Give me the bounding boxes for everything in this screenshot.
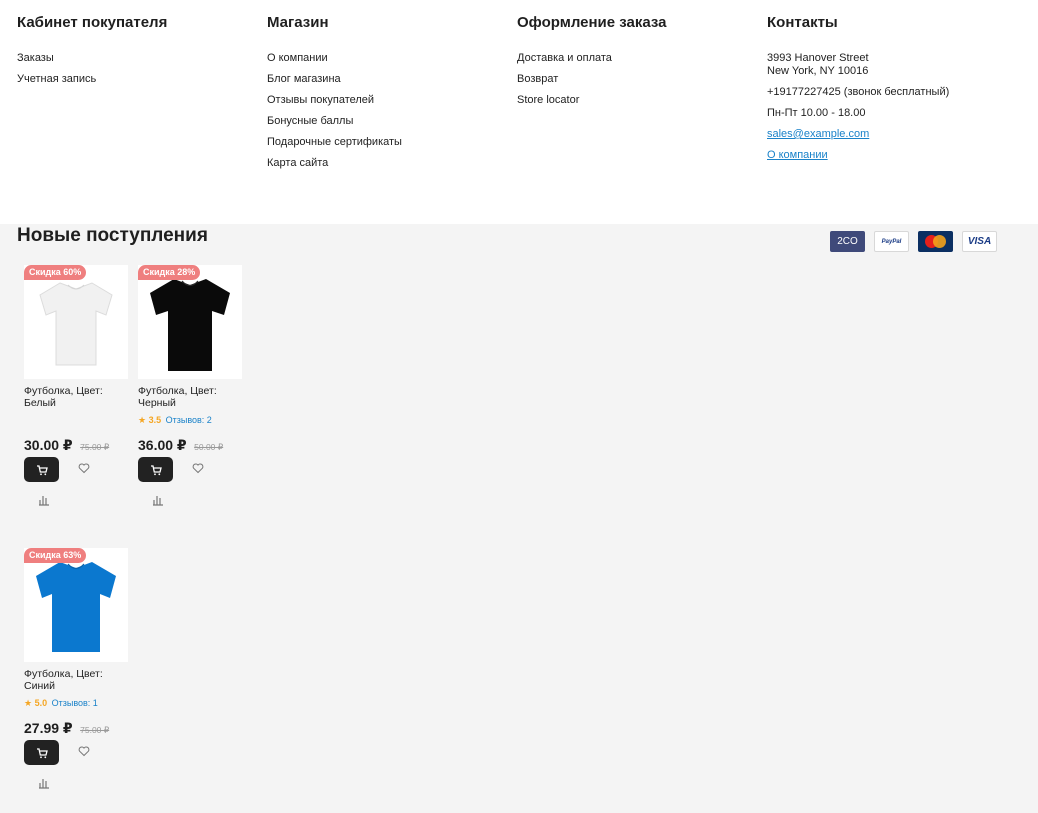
- old-price: 75.00 ₽: [80, 725, 110, 735]
- column-title: Оформление заказа: [517, 14, 667, 31]
- product-price: 27.99 ₽ 75.00 ₽: [24, 720, 128, 736]
- add-to-cart-button[interactable]: [24, 457, 59, 482]
- product-image[interactable]: Скидка 60%: [24, 265, 128, 379]
- address-line: 3993 Hanover Street: [767, 52, 869, 64]
- reviews-link[interactable]: Отзывов: 2: [166, 415, 212, 425]
- current-price: 27.99 ₽: [24, 720, 73, 736]
- footer-link-account[interactable]: Учетная запись: [17, 73, 96, 85]
- footer-column-contacts: Контакты 3993 Hanover Street New York, N…: [767, 13, 949, 170]
- footer-link-gift-cards[interactable]: Подарочные сертификаты: [267, 136, 402, 148]
- footer-link-reviews[interactable]: Отзывы покупателей: [267, 94, 374, 106]
- footer-link-bonus[interactable]: Бонусные баллы: [267, 115, 353, 127]
- cart-icon: [150, 464, 162, 475]
- footer-column-account: Кабинет покупателя Заказы Учетная запись: [17, 13, 167, 94]
- contact-email-link[interactable]: sales@example.com: [767, 128, 869, 140]
- mastercard-icon: [918, 231, 953, 252]
- cart-icon: [36, 464, 48, 475]
- product-name[interactable]: Футболка, Цвет: Белый: [24, 385, 128, 411]
- footer-link-sitemap[interactable]: Карта сайта: [267, 157, 328, 169]
- reviews-link[interactable]: Отзывов: 1: [52, 698, 98, 708]
- footer-links: Кабинет покупателя Заказы Учетная запись…: [0, 0, 1038, 224]
- product-rating: ★ 3.5 Отзывов: 2: [138, 414, 242, 426]
- tshirt-icon: [39, 282, 113, 366]
- footer-link-store-locator[interactable]: Store locator: [517, 94, 579, 106]
- footer-link-blog[interactable]: Блог магазина: [267, 73, 341, 85]
- discount-badge: Скидка 63%: [24, 548, 87, 563]
- contact-about-link[interactable]: О компании: [767, 149, 828, 161]
- product-name[interactable]: Футболка, Цвет: Черный: [138, 385, 242, 411]
- 2co-icon: 2CO: [830, 231, 865, 252]
- footer-column-store: Магазин О компании Блог магазина Отзывы …: [267, 13, 402, 178]
- wishlist-heart-icon[interactable]: [78, 745, 90, 757]
- discount-badge: Скидка 28%: [138, 265, 201, 280]
- contact-hours: Пн-Пт 10.00 - 18.00: [767, 107, 866, 119]
- add-to-cart-button[interactable]: [138, 457, 173, 482]
- section-title: Новые поступления: [17, 225, 208, 246]
- contact-address: 3993 Hanover Street New York, NY 10016: [767, 52, 949, 78]
- old-price: 75.00 ₽: [80, 442, 110, 452]
- footer-link-about[interactable]: О компании: [267, 52, 328, 64]
- paypal-icon: PayPal: [874, 231, 909, 252]
- tshirt-icon: [36, 562, 116, 652]
- footer-column-checkout: Оформление заказа Доставка и оплата Возв…: [517, 13, 667, 115]
- wishlist-heart-icon[interactable]: [78, 462, 90, 474]
- visa-icon: VISA: [962, 231, 997, 252]
- rating-placeholder: [24, 414, 128, 426]
- column-title: Кабинет покупателя: [17, 14, 168, 31]
- product-rating: ★ 5.0 Отзывов: 1: [24, 697, 128, 709]
- tshirt-icon: [150, 279, 230, 371]
- product-card: Скидка 63% Футболка, Цвет: Синий ★ 5.0 О…: [24, 548, 128, 794]
- footer-link-returns[interactable]: Возврат: [517, 73, 558, 85]
- current-price: 30.00 ₽: [24, 437, 73, 453]
- address-line: New York, NY 10016: [767, 65, 869, 77]
- rating-score: 5.0: [34, 698, 48, 708]
- old-price: 50.00 ₽: [194, 442, 224, 452]
- contact-phone: +19177227425 (звонок бесплатный): [767, 86, 950, 98]
- footer-link-orders[interactable]: Заказы: [17, 52, 54, 64]
- product-card: Скидка 60% Футболка, Цвет: Белый 30.00 ₽…: [24, 265, 128, 511]
- compare-icon[interactable]: [152, 494, 164, 506]
- wishlist-heart-icon[interactable]: [192, 462, 204, 474]
- column-title: Контакты: [767, 14, 838, 31]
- product-image[interactable]: Скидка 28%: [138, 265, 242, 379]
- current-price: 36.00 ₽: [138, 437, 187, 453]
- product-card: Скидка 28% Футболка, Цвет: Черный ★ 3.5 …: [138, 265, 242, 511]
- payment-methods: 2CO PayPal VISA: [830, 231, 997, 252]
- product-image[interactable]: Скидка 63%: [24, 548, 128, 662]
- add-to-cart-button[interactable]: [24, 740, 59, 765]
- column-title: Магазин: [267, 14, 329, 31]
- star-icon: ★: [138, 415, 147, 425]
- rating-score: 3.5: [148, 415, 162, 425]
- product-price: 36.00 ₽ 50.00 ₽: [138, 437, 242, 453]
- compare-icon[interactable]: [38, 777, 50, 789]
- product-price: 30.00 ₽ 75.00 ₽: [24, 437, 128, 453]
- discount-badge: Скидка 60%: [24, 265, 87, 280]
- cart-icon: [36, 747, 48, 758]
- star-icon: ★: [24, 698, 33, 708]
- compare-icon[interactable]: [38, 494, 50, 506]
- footer-link-delivery[interactable]: Доставка и оплата: [517, 52, 612, 64]
- product-name[interactable]: Футболка, Цвет: Синий: [24, 668, 128, 694]
